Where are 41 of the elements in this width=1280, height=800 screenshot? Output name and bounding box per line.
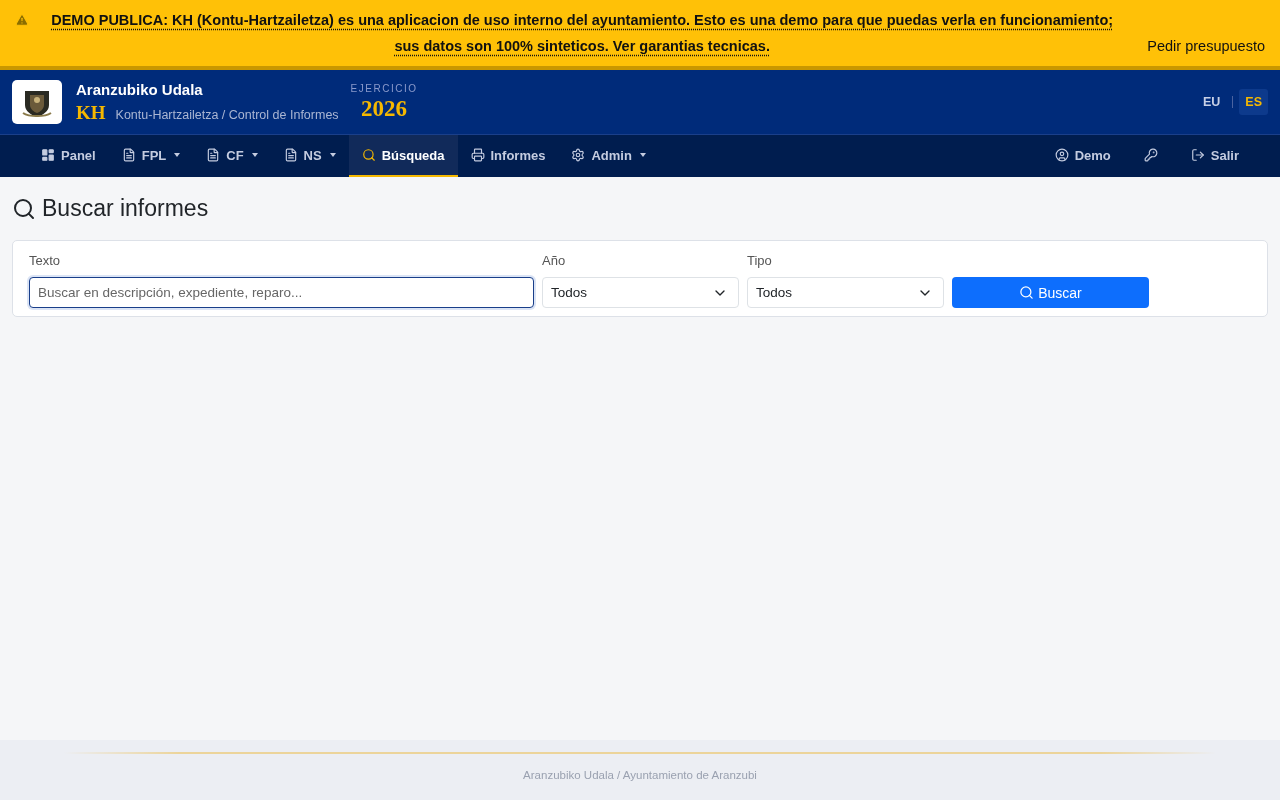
settings-icon — [571, 148, 586, 162]
search-text-field[interactable]: Buscar en descripción, expediente, reparo... — [29, 277, 534, 308]
user-menu[interactable]: Demo — [1041, 135, 1124, 177]
quote-link[interactable]: Pedir presupuesto — [1147, 33, 1265, 59]
nav-tab[interactable]: FPL — [108, 135, 194, 177]
document-icon — [121, 148, 136, 162]
document-icon — [206, 148, 221, 162]
year-value: 2026 — [361, 95, 407, 122]
language-button[interactable]: ES — [1239, 89, 1268, 115]
logout-link[interactable]: Salir — [1177, 135, 1252, 177]
search-icon — [12, 196, 36, 221]
crest-logo — [12, 80, 62, 124]
document-icon — [283, 148, 298, 162]
nav-tab[interactable]: Búsqueda — [348, 135, 458, 177]
dashboard-icon — [41, 148, 55, 162]
year-label: EJERCICIO — [350, 82, 418, 94]
year-select[interactable]: Todos — [542, 277, 739, 308]
nav-tab[interactable]: NS — [270, 135, 349, 177]
search-icon — [1019, 285, 1035, 300]
type-select[interactable]: Todos — [747, 277, 944, 308]
search-icon — [361, 148, 376, 162]
nav-tab[interactable]: Admin — [558, 135, 659, 177]
footer-text: Aranzubiko Udala / Ayuntamiento de Aranzubi — [523, 769, 757, 781]
user-icon — [1054, 148, 1069, 162]
page-title: Buscar informes — [42, 195, 209, 222]
app-name: Kontu-Hartzailetza / Control de Informes — [115, 107, 339, 122]
nav-tab[interactable]: Informes — [457, 135, 559, 177]
field-label: Tipo — [747, 253, 773, 268]
demo-notice[interactable]: DEMO PUBLICA: KH (Kontu-Hartzailetza) es una aplicacion de uso interno del ayuntamiento. Esto es una demo para que puedas verla en funcionamiento; sus datos son 100% sinteticos. Ver garantias tecnicas. — [37, 7, 1128, 59]
language-button[interactable]: EU — [1196, 89, 1227, 115]
field-label: Año — [542, 253, 567, 268]
organization-name: Aranzubiko Udala — [76, 80, 204, 98]
nav-tab[interactable]: Panel — [28, 135, 109, 177]
nav-tab[interactable]: CF — [193, 135, 271, 177]
warning-icon — [15, 13, 29, 27]
search-button[interactable]: Buscar — [952, 277, 1149, 308]
app-abbreviation: KH — [76, 101, 106, 124]
logout-icon — [1190, 148, 1205, 162]
field-label: Texto — [29, 253, 62, 268]
printer-icon — [470, 148, 485, 162]
key-icon — [1143, 148, 1158, 162]
